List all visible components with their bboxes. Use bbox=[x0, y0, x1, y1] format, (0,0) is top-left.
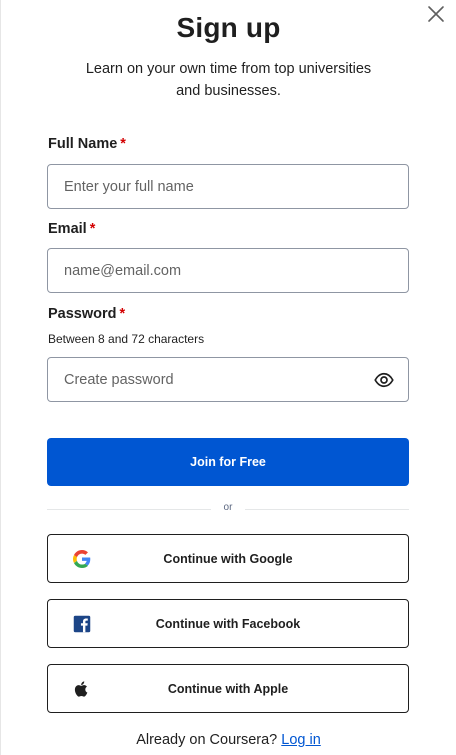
divider-text: or bbox=[223, 502, 233, 513]
eye-icon[interactable] bbox=[374, 370, 394, 390]
full-name-input[interactable] bbox=[48, 165, 408, 208]
email-input[interactable] bbox=[48, 249, 408, 292]
facebook-button-label: Continue with Facebook bbox=[155, 616, 301, 631]
login-link[interactable]: Log in bbox=[281, 732, 321, 748]
password-label-text: Password bbox=[48, 306, 117, 322]
email-field[interactable] bbox=[47, 248, 409, 293]
join-for-free-button[interactable]: Join for Free bbox=[47, 438, 409, 486]
email-label: Email * bbox=[48, 221, 95, 237]
password-label: Password * bbox=[48, 306, 125, 322]
apple-button-label: Continue with Apple bbox=[167, 681, 289, 696]
email-label-text: Email bbox=[48, 221, 87, 237]
continue-with-apple-button[interactable]: Continue with Apple bbox=[47, 664, 409, 713]
full-name-label-text: Full Name bbox=[48, 136, 118, 152]
full-name-field[interactable] bbox=[47, 164, 409, 209]
page-subtitle: Learn on your own time from top universi… bbox=[85, 61, 372, 99]
signup-modal: Sign up Learn on your own time from top … bbox=[0, 0, 456, 755]
continue-with-google-button[interactable]: Continue with Google bbox=[47, 534, 409, 583]
continue-with-facebook-button[interactable]: Continue with Facebook bbox=[47, 599, 409, 648]
required-mark: * bbox=[120, 136, 126, 152]
password-field[interactable] bbox=[47, 357, 409, 402]
required-mark: * bbox=[89, 221, 96, 237]
password-hint: Between 8 and 72 characters bbox=[48, 332, 205, 346]
required-mark: * bbox=[119, 306, 126, 322]
password-input[interactable] bbox=[48, 358, 408, 401]
login-prompt: Already on Coursera? Log in bbox=[1, 732, 456, 748]
google-button-label: Continue with Google bbox=[163, 551, 293, 566]
page-title: Sign up bbox=[176, 12, 281, 43]
login-prompt-text: Already on Coursera? bbox=[136, 732, 278, 748]
or-divider: or bbox=[47, 502, 409, 513]
full-name-label: Full Name * bbox=[48, 136, 126, 152]
